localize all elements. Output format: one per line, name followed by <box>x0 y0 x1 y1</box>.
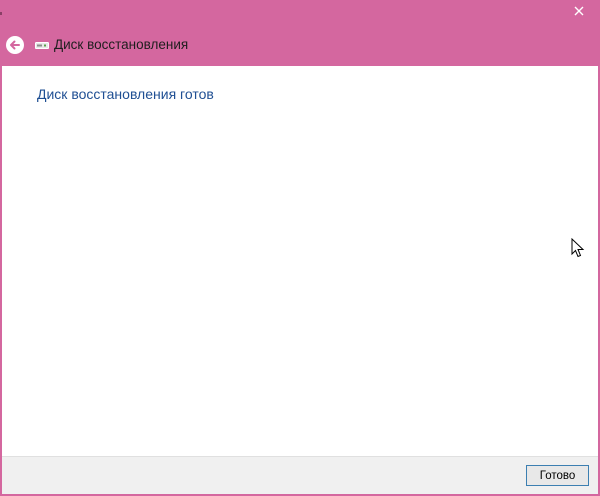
window-edge-mark <box>0 12 2 15</box>
footer-bar: Готово <box>2 456 598 494</box>
wizard-title: Диск восстановления <box>54 37 189 52</box>
close-button[interactable] <box>561 0 597 21</box>
close-icon <box>574 6 584 15</box>
mouse-pointer-icon <box>571 238 585 258</box>
wizard-window: Диск восстановления Диск восстановления … <box>0 0 600 496</box>
usb-drive-icon <box>35 42 49 49</box>
back-button[interactable] <box>6 36 24 54</box>
title-bar: Диск восстановления <box>0 0 600 66</box>
done-button[interactable]: Готово <box>526 465 589 486</box>
back-arrow-icon <box>10 40 20 50</box>
page-heading: Диск восстановления готов <box>37 86 214 102</box>
content-area: Диск восстановления готов <box>2 66 598 456</box>
